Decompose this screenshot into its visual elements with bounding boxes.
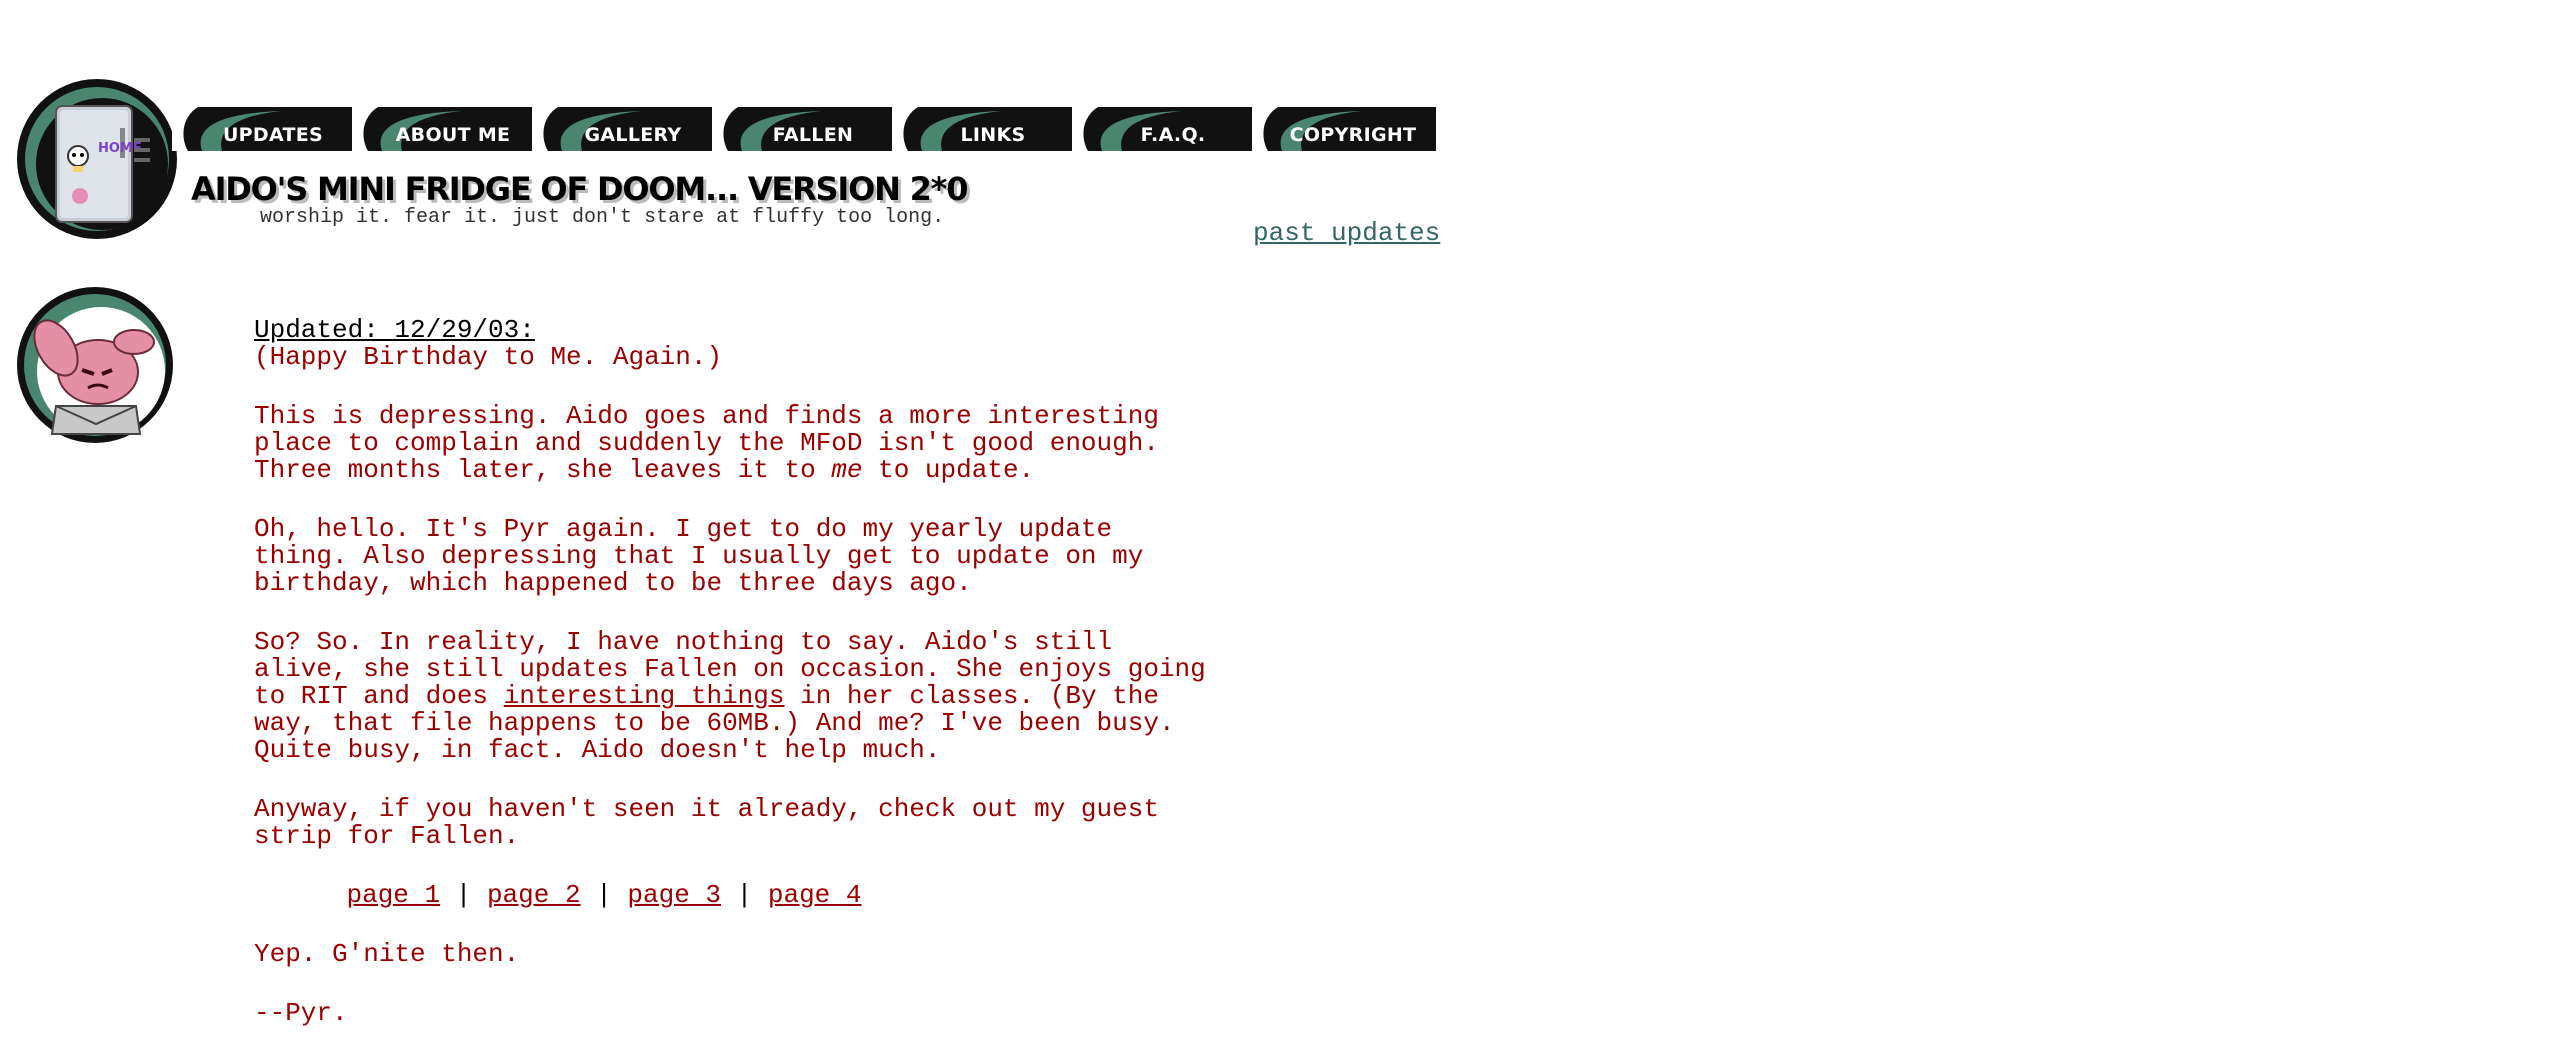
page-2-link[interactable]: page 2 xyxy=(487,880,581,910)
pink-creature-avatar-icon xyxy=(16,286,174,444)
page-separator: | xyxy=(596,880,612,910)
page-separator: | xyxy=(455,880,472,910)
update-post: Updated: 12/29/03: (Happy Birthday to Me… xyxy=(254,317,1214,1059)
post-paragraph: This is depressing. Aido goes and finds … xyxy=(254,401,1159,485)
nav-tab-label: COPYRIGHT xyxy=(1289,124,1417,146)
update-date: Updated: 12/29/03: xyxy=(254,315,535,345)
site-title: AIDO'S MINI FRIDGE OF DOOM... VERSION 2*… xyxy=(191,170,968,208)
site-tagline: worship it. fear it. just don't stare at… xyxy=(260,206,945,229)
post-paragraph: Yep. G'nite then. xyxy=(254,939,520,969)
fridge-logo-icon[interactable]: HOME xyxy=(16,78,178,240)
page-separator: | xyxy=(736,880,753,910)
nav-tab-label: UPDATES xyxy=(222,124,324,146)
nav-tab-label: ABOUT ME xyxy=(395,124,511,146)
past-updates-link[interactable]: past updates xyxy=(1253,218,1440,248)
nav-tab-links[interactable]: LINKS xyxy=(892,107,1072,151)
nav-tab-copyright[interactable]: COPYRIGHT xyxy=(1252,107,1432,151)
nav-tab-fallen[interactable]: FALLEN xyxy=(712,107,892,151)
page-1-link[interactable]: page 1 xyxy=(347,880,441,910)
nav-tab-gallery[interactable]: GALLERY xyxy=(532,107,712,151)
page-4-link[interactable]: page 4 xyxy=(768,880,862,910)
nav-tab-label: LINKS xyxy=(960,124,1026,146)
nav-tab-about-me[interactable]: ABOUT ME xyxy=(352,107,532,151)
interesting-things-link[interactable]: interesting things xyxy=(504,681,785,711)
nav-tab-label: GALLERY xyxy=(584,124,682,146)
nav-tab-label: FALLEN xyxy=(772,124,854,146)
post-paragraph: Oh, hello. It's Pyr again. I get to do m… xyxy=(254,514,1144,598)
nav-tab-label: F.A.Q. xyxy=(1140,124,1206,146)
post-paragraph: Anyway, if you haven't seen it already, … xyxy=(254,794,1159,851)
update-subtitle: (Happy Birthday to Me. Again.) xyxy=(254,342,723,372)
main-nav: UPDATES ABOUT ME GALLERY FALLEN LINKS F.… xyxy=(172,107,1436,151)
guest-strip-pages: page 1 | page 2 | page 3 | page 4 xyxy=(254,882,1214,909)
nav-tab-updates[interactable]: UPDATES xyxy=(172,107,352,151)
nav-tab-faq[interactable]: F.A.Q. xyxy=(1072,107,1252,151)
page-3-link[interactable]: page 3 xyxy=(627,880,721,910)
post-signature: --Pyr. xyxy=(254,998,348,1028)
post-paragraph: So? So. In reality, I have nothing to sa… xyxy=(254,627,1206,765)
